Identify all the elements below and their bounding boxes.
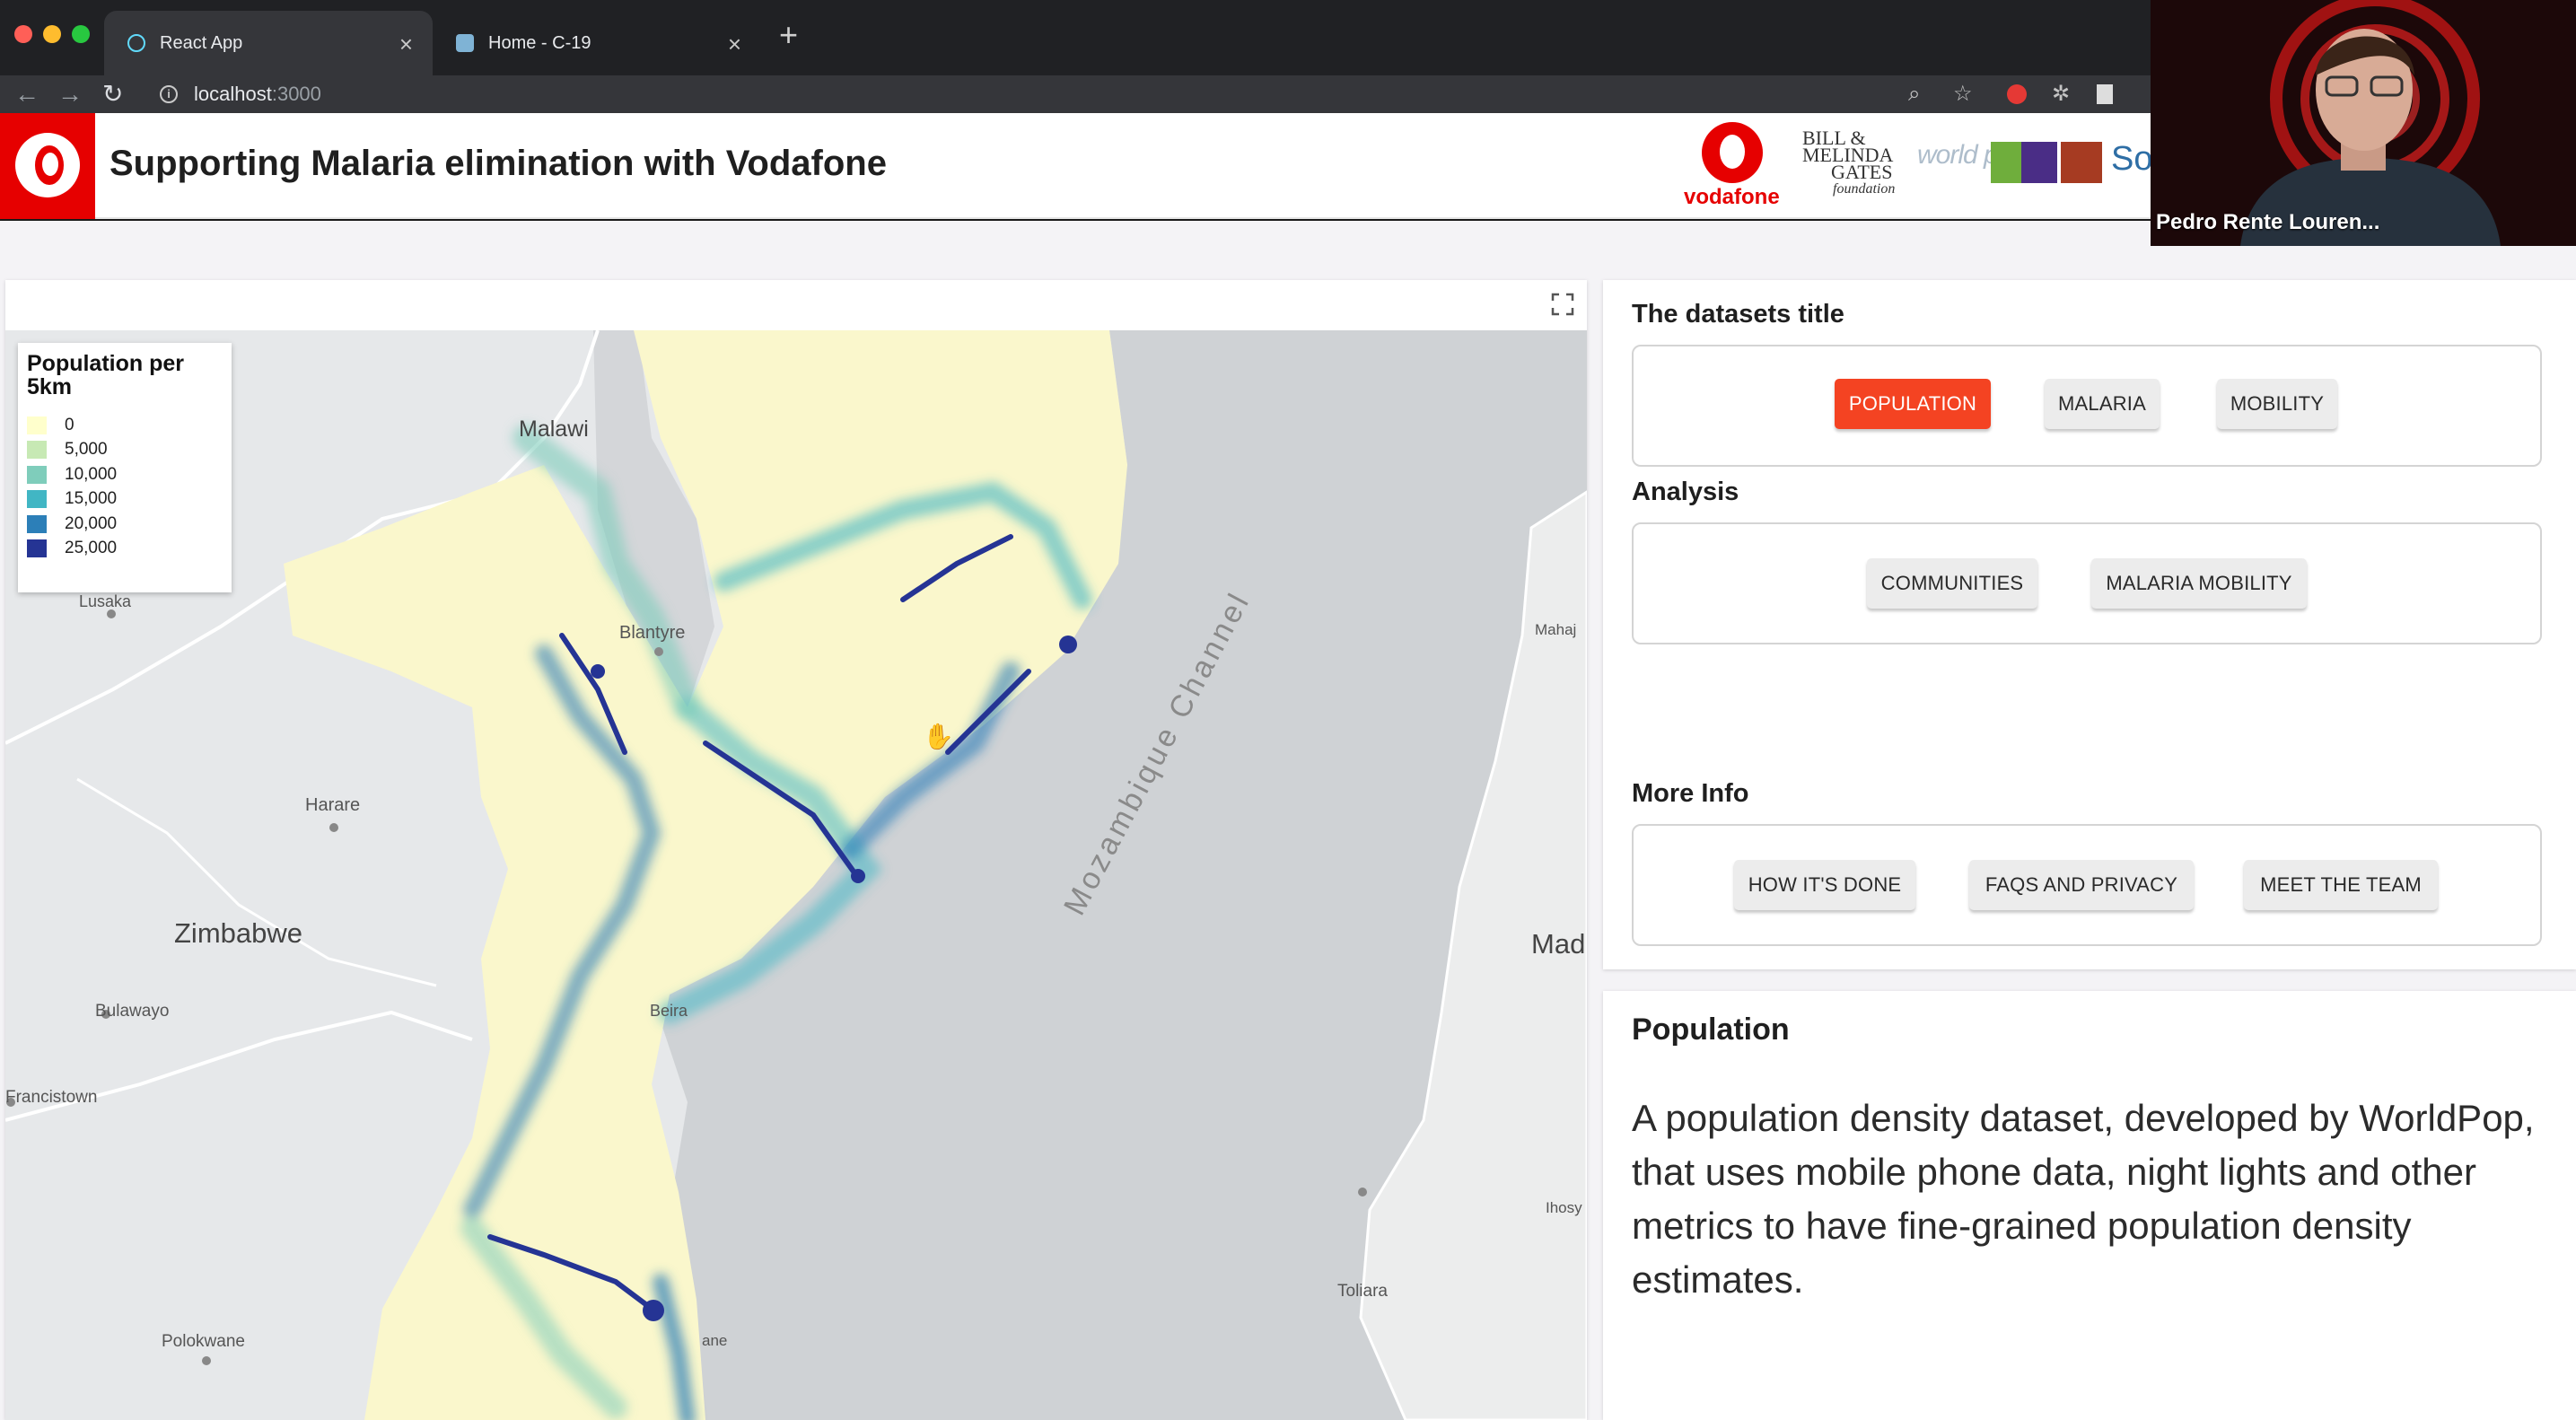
map-label-bulawayo: Bulawayo: [95, 1002, 170, 1021]
video-call-overlay[interactable]: Pedro Rente Louren...: [2151, 0, 2576, 246]
legend-item: 10,000: [27, 462, 223, 487]
partner-logo-brown: [2061, 142, 2102, 183]
document-icon[interactable]: [2097, 84, 2113, 104]
legend-label: 0: [65, 415, 74, 434]
meet-the-team-button[interactable]: MEET THE TEAM: [2244, 860, 2438, 910]
faqs-and-privacy-button[interactable]: FAQS AND PRIVACY: [1969, 860, 2194, 910]
url-port: :3000: [271, 83, 321, 105]
map-label-mahajanga: Mahaj: [1535, 621, 1577, 638]
map-label-lusaka: Lusaka: [79, 592, 132, 610]
datasets-section-title: The datasets title: [1632, 300, 1844, 329]
map-label-xai-xai: ane: [702, 1332, 728, 1349]
map-label-beira: Beira: [650, 1002, 688, 1020]
legend-item: 20,000: [27, 512, 223, 537]
info-icon[interactable]: i: [160, 85, 178, 103]
address-bar[interactable]: i localhost:3000: [147, 79, 2167, 110]
communities-button[interactable]: COMMUNITIES: [1867, 558, 2037, 609]
reload-icon[interactable]: ↻: [102, 75, 123, 113]
map-label-ihosy: Ihosy: [1546, 1199, 1582, 1216]
legend-item: 5,000: [27, 438, 223, 463]
map-label-francistown: Francistown: [5, 1088, 98, 1107]
window-minimize-button[interactable]: [43, 25, 61, 43]
close-tab-icon[interactable]: ×: [728, 31, 741, 58]
map-label-malawi: Malawi: [519, 416, 589, 442]
analysis-section-title: Analysis: [1632, 478, 1739, 506]
map-label-harare: Harare: [305, 795, 361, 815]
legend-swatch: [27, 465, 47, 484]
population-button[interactable]: POPULATION: [1835, 379, 1991, 429]
legend-item: 15,000: [27, 487, 223, 513]
grab-cursor-icon: ✋: [923, 723, 954, 750]
extension-icon[interactable]: [2007, 84, 2027, 104]
settings-extension-icon[interactable]: ✲: [2052, 79, 2070, 110]
legend-label: 20,000: [65, 513, 118, 533]
back-arrow-icon[interactable]: ←: [14, 75, 39, 113]
legend-swatch: [27, 416, 47, 434]
map-label-madagascar: Mad: [1531, 928, 1586, 960]
population-map[interactable]: ✋ Malawi Lusaka Blantyre Harare Zimbabwe…: [5, 330, 1587, 1420]
legend-swatch: [27, 514, 47, 533]
window-close-button[interactable]: [14, 25, 32, 43]
fullscreen-icon[interactable]: [1551, 293, 1574, 316]
map-label-blantyre: Blantyre: [619, 623, 686, 643]
page-title: Supporting Malaria elimination with Voda…: [110, 144, 887, 183]
site-icon: [456, 34, 474, 52]
tab-title: Home - C-19: [488, 32, 591, 53]
map-legend: Population per 5km 0 5,000 10,000 15,000 20,…: [18, 343, 232, 592]
legend-swatch: [27, 539, 47, 558]
new-tab-icon[interactable]: +: [779, 16, 798, 54]
url-host: localhost: [194, 83, 272, 105]
vodafone-logo-mark[interactable]: [0, 113, 95, 219]
react-icon: [127, 34, 145, 52]
bookmark-star-icon[interactable]: ☆: [1953, 79, 1973, 110]
window-maximize-button[interactable]: [72, 25, 90, 43]
legend-item: 25,000: [27, 537, 223, 562]
legend-title: Population per 5km: [27, 351, 184, 399]
browser-tab-home[interactable]: Home - C-19 ×: [433, 11, 761, 75]
map-label-polokwane: Polokwane: [162, 1332, 245, 1351]
forward-arrow-icon[interactable]: →: [57, 75, 83, 113]
zoom-icon[interactable]: ⌕: [1908, 79, 1920, 110]
dataset-info-title: Population: [1632, 1012, 1790, 1047]
map-label-toliara: Toliara: [1337, 1282, 1388, 1301]
legend-item: 0: [27, 413, 223, 438]
participant-name: Pedro Rente Louren...: [2156, 210, 2380, 234]
dataset-info-description: A population density dataset, developed …: [1632, 1097, 2535, 1301]
partner-logo-purple: [2021, 142, 2057, 183]
analysis-box: [1632, 522, 2542, 644]
participant-video: [2151, 0, 2576, 246]
close-tab-icon[interactable]: ×: [399, 31, 413, 58]
legend-swatch: [27, 490, 47, 509]
how-its-done-button[interactable]: HOW IT'S DONE: [1734, 860, 1915, 910]
malaria-button[interactable]: MALARIA: [2045, 379, 2160, 429]
tab-title: React App: [160, 32, 243, 53]
legend-label: 15,000: [65, 489, 118, 509]
vodafone-wordmark: vodafone: [1684, 185, 1780, 209]
mobility-button[interactable]: MOBILITY: [2217, 379, 2337, 429]
more-info-section-title: More Info: [1632, 779, 1749, 808]
legend-label: 10,000: [65, 464, 118, 484]
legend-swatch: [27, 441, 47, 460]
map-label-zimbabwe: Zimbabwe: [174, 917, 302, 949]
legend-label: 5,000: [65, 440, 108, 460]
gates-foundation-logo: BILL & MELINDA GATES foundation: [1802, 127, 1896, 197]
legend-label: 25,000: [65, 539, 118, 558]
vodafone-logo: vodafone: [1684, 122, 1786, 212]
browser-tab-react-app[interactable]: React App ×: [104, 11, 433, 75]
malaria-mobility-button[interactable]: MALARIA MOBILITY: [2091, 558, 2307, 609]
